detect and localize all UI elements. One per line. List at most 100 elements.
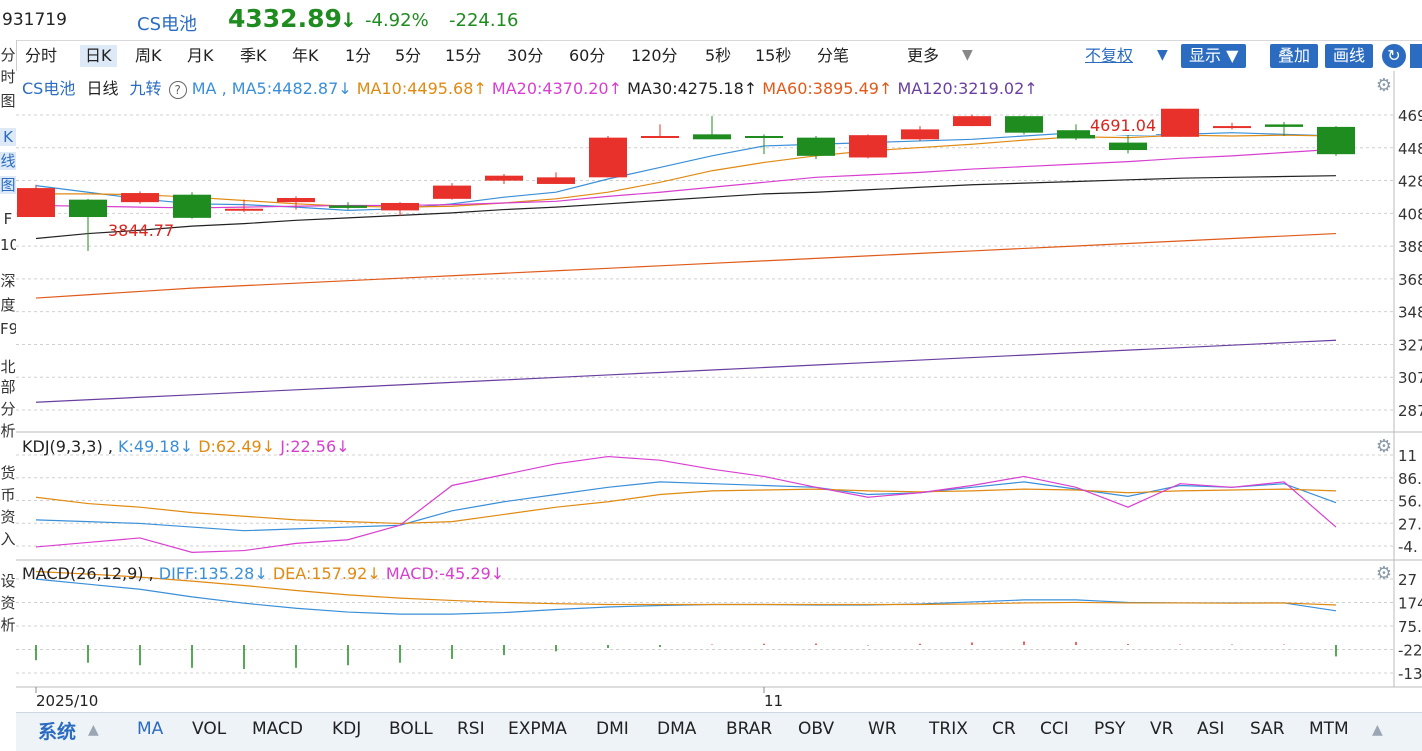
candle[interactable]: [1213, 126, 1251, 129]
expand-up-icon[interactable]: ▲: [88, 722, 99, 738]
candle[interactable]: [433, 185, 471, 199]
gear-icon[interactable]: ⚙: [1376, 563, 1392, 584]
side-nav-char-19[interactable]: 设: [0, 572, 16, 590]
candle[interactable]: [69, 199, 107, 218]
period-tab-1[interactable]: 日K: [80, 45, 117, 67]
candle[interactable]: [1005, 116, 1043, 133]
chevron-down-icon[interactable]: ▼: [962, 47, 973, 63]
candle[interactable]: [1317, 126, 1355, 155]
side-nav-char-12[interactable]: 部: [0, 378, 16, 396]
candle[interactable]: [901, 129, 939, 140]
indicator-tab-20[interactable]: MTM: [1309, 719, 1349, 739]
side-nav-char-16[interactable]: 币: [0, 486, 16, 504]
side-nav-char-8[interactable]: 深: [0, 272, 16, 290]
period-tab-14[interactable]: 分笔: [812, 45, 854, 67]
side-nav-char-21[interactable]: 析: [0, 616, 16, 634]
side-nav-char-10[interactable]: F9: [0, 320, 16, 338]
side-nav-char-14[interactable]: 析: [0, 422, 16, 440]
indicator-tab-10[interactable]: BRAR: [726, 719, 772, 739]
side-nav-char-9[interactable]: 度: [0, 296, 16, 314]
candle[interactable]: [797, 137, 835, 156]
candle[interactable]: [225, 208, 263, 211]
more-periods[interactable]: 更多: [902, 45, 944, 67]
candle[interactable]: [329, 205, 367, 208]
side-nav-char-4[interactable]: 线: [0, 152, 16, 170]
period-tab-9[interactable]: 30分: [502, 45, 548, 67]
indicator-tab-2[interactable]: VOL: [192, 719, 226, 739]
indicator-tab-17[interactable]: VR: [1150, 719, 1173, 739]
candle[interactable]: [1265, 124, 1303, 127]
indicator-tab-0[interactable]: 系统: [38, 717, 76, 744]
expand-up-icon[interactable]: ▲: [1372, 722, 1383, 738]
legend-indicator[interactable]: 九转: [130, 79, 162, 98]
side-nav-char-20[interactable]: 资: [0, 594, 16, 612]
candle[interactable]: [381, 202, 419, 211]
candle[interactable]: [1161, 108, 1199, 137]
period-tab-6[interactable]: 1分: [340, 45, 376, 67]
period-tab-3[interactable]: 月K: [182, 45, 219, 67]
adjust-mode-select[interactable]: 不复权: [1080, 45, 1138, 67]
period-tab-0[interactable]: 分时: [20, 45, 62, 67]
candle[interactable]: [693, 134, 731, 140]
menu-icon[interactable]: [1410, 44, 1422, 68]
candle[interactable]: [589, 137, 627, 178]
indicator-tab-1[interactable]: MA: [137, 719, 163, 739]
side-nav-char-0[interactable]: 分: [0, 46, 16, 64]
side-nav-char-15[interactable]: 货: [0, 464, 16, 482]
period-tab-11[interactable]: 120分: [626, 45, 683, 67]
indicator-tab-8[interactable]: DMI: [596, 719, 629, 739]
draw-line-button[interactable]: 画线: [1325, 44, 1374, 68]
indicator-tab-19[interactable]: SAR: [1250, 719, 1285, 739]
period-tab-4[interactable]: 季K: [235, 45, 272, 67]
period-tab-12[interactable]: 5秒: [700, 45, 736, 67]
indicator-tab-14[interactable]: CR: [992, 719, 1016, 739]
indicator-tab-18[interactable]: ASI: [1197, 719, 1224, 739]
indicator-tab-5[interactable]: BOLL: [389, 719, 433, 739]
period-tab-7[interactable]: 5分: [390, 45, 426, 67]
indicator-tab-3[interactable]: MACD: [252, 719, 303, 739]
candle[interactable]: [953, 116, 991, 127]
period-tab-13[interactable]: 15秒: [750, 45, 796, 67]
kline-chart[interactable]: 469 448 428 408 388 368 348 327 307 287 11 86. 56. 27…: [16, 71, 1422, 712]
candle[interactable]: [277, 198, 315, 203]
candle[interactable]: [485, 175, 523, 181]
period-tab-10[interactable]: 60分: [564, 45, 610, 67]
gear-icon[interactable]: ⚙: [1376, 436, 1392, 457]
side-nav-char-18[interactable]: 入: [0, 530, 16, 548]
side-nav-char-17[interactable]: 资: [0, 508, 16, 526]
indicator-tab-13[interactable]: TRIX: [929, 719, 968, 739]
candle[interactable]: [1109, 142, 1147, 151]
overlay-button[interactable]: 叠加: [1270, 44, 1319, 68]
side-nav-char-1[interactable]: 时: [0, 68, 16, 86]
period-tab-5[interactable]: 年K: [287, 45, 324, 67]
side-nav-char-7[interactable]: 10: [0, 236, 16, 254]
help-icon[interactable]: ?: [168, 81, 187, 99]
indicator-tab-15[interactable]: CCI: [1040, 719, 1069, 739]
candle[interactable]: [17, 188, 55, 218]
indicator-tab-7[interactable]: EXPMA: [508, 719, 567, 739]
candle[interactable]: [121, 193, 159, 203]
period-tab-2[interactable]: 周K: [130, 45, 167, 67]
indicator-tab-11[interactable]: OBV: [798, 719, 834, 739]
indicator-tab-9[interactable]: DMA: [657, 719, 696, 739]
candle[interactable]: [173, 194, 211, 218]
indicator-tab-12[interactable]: WR: [868, 719, 897, 739]
indicator-tab-6[interactable]: RSI: [457, 719, 485, 739]
side-nav-char-2[interactable]: 图: [0, 92, 16, 110]
candle[interactable]: [745, 135, 783, 138]
side-nav-char-6[interactable]: F: [0, 210, 16, 228]
side-nav-char-3[interactable]: K: [0, 128, 16, 146]
side-nav-char-11[interactable]: 北: [0, 358, 16, 376]
indicator-tab-16[interactable]: PSY: [1094, 719, 1125, 739]
security-name[interactable]: CS电池: [137, 10, 197, 36]
refresh-icon[interactable]: ↻: [1382, 44, 1406, 68]
candle[interactable]: [849, 135, 887, 158]
side-nav-char-5[interactable]: 图: [0, 176, 16, 194]
side-nav-char-13[interactable]: 分: [0, 400, 16, 418]
display-button[interactable]: 显示 ▼: [1181, 44, 1247, 68]
gear-icon[interactable]: ⚙: [1376, 75, 1392, 96]
candle[interactable]: [537, 177, 575, 184]
period-tab-8[interactable]: 15分: [440, 45, 486, 67]
candle[interactable]: [641, 135, 679, 138]
indicator-tab-4[interactable]: KDJ: [332, 719, 361, 739]
